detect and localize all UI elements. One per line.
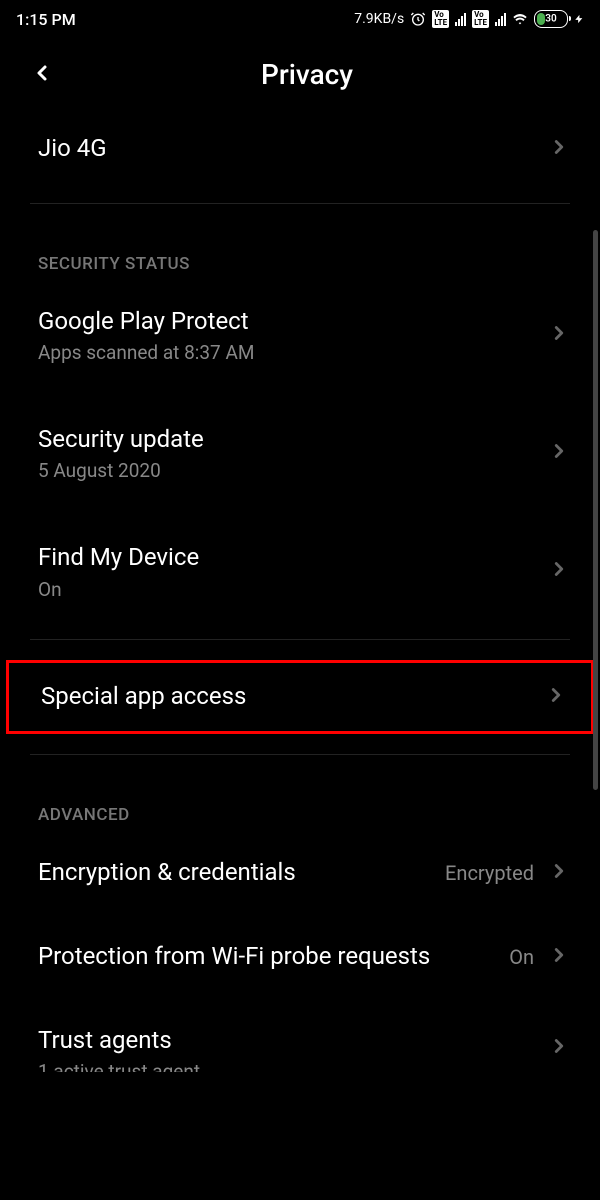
list-item-title: Protection from Wi-Fi probe requests bbox=[38, 941, 509, 972]
chevron-right-icon bbox=[548, 440, 570, 466]
list-item-title: Find My Device bbox=[38, 542, 548, 573]
back-button[interactable] bbox=[30, 61, 54, 89]
list-item-subtitle: On bbox=[38, 578, 548, 601]
volte-icon-2: VoLTE bbox=[472, 10, 489, 28]
status-bar: 1:15 PM 7.9KB/s VoLTE VoLTE 30 bbox=[0, 0, 600, 38]
list-item-title: Jio 4G bbox=[38, 133, 548, 164]
network-speed: 7.9KB/s bbox=[354, 11, 404, 27]
item-google-play-protect[interactable]: Google Play Protect Apps scanned at 8:37… bbox=[0, 288, 600, 382]
list-item-title: Trust agents bbox=[38, 1025, 548, 1056]
divider bbox=[30, 754, 570, 755]
volte-icon-1: VoLTE bbox=[432, 10, 449, 28]
list-item-subtitle: 5 August 2020 bbox=[38, 459, 548, 482]
list-item-title: Security update bbox=[38, 424, 548, 455]
section-security-status: SECURITY STATUS bbox=[0, 224, 600, 288]
item-security-update[interactable]: Security update 5 August 2020 bbox=[0, 406, 600, 500]
alarm-icon bbox=[410, 11, 426, 27]
item-encryption-credentials[interactable]: Encryption & credentials Encrypted bbox=[0, 839, 600, 907]
chevron-right-icon bbox=[548, 558, 570, 584]
item-find-my-device[interactable]: Find My Device On bbox=[0, 524, 600, 618]
list-item-value: Encrypted bbox=[445, 861, 534, 885]
signal-icon-1 bbox=[455, 12, 466, 26]
chevron-right-icon bbox=[548, 1035, 570, 1061]
scrollbar[interactable] bbox=[593, 230, 598, 790]
highlight-annotation: Special app access bbox=[6, 660, 594, 734]
wifi-icon bbox=[512, 11, 528, 27]
list-item-value: On bbox=[509, 945, 534, 969]
signal-icon-2 bbox=[495, 12, 506, 26]
item-trust-agents[interactable]: Trust agents 1 active trust agent bbox=[0, 1007, 600, 1090]
divider bbox=[30, 203, 570, 204]
item-wifi-probe-protection[interactable]: Protection from Wi-Fi probe requests On bbox=[0, 923, 600, 991]
header: Privacy bbox=[0, 38, 600, 115]
list-item-title: Encryption & credentials bbox=[38, 857, 445, 888]
charging-icon bbox=[574, 11, 584, 27]
section-advanced: ADVANCED bbox=[0, 775, 600, 839]
status-right: 7.9KB/s VoLTE VoLTE 30 bbox=[354, 10, 584, 28]
chevron-right-icon bbox=[548, 860, 570, 886]
status-time: 1:15 PM bbox=[16, 10, 76, 29]
list-item-subtitle: Apps scanned at 8:37 AM bbox=[38, 341, 548, 364]
item-jio-4g[interactable]: Jio 4G bbox=[0, 115, 600, 183]
battery-icon: 30 bbox=[534, 10, 568, 28]
list-item-title: Google Play Protect bbox=[38, 306, 548, 337]
chevron-right-icon bbox=[548, 322, 570, 348]
chevron-right-icon bbox=[545, 684, 567, 710]
page-title: Privacy bbox=[30, 58, 584, 91]
divider bbox=[30, 639, 570, 640]
settings-content: Jio 4G SECURITY STATUS Google Play Prote… bbox=[0, 115, 600, 1090]
list-item-subtitle: 1 active trust agent bbox=[38, 1060, 548, 1072]
item-special-app-access[interactable]: Special app access bbox=[9, 663, 591, 731]
list-item-title: Special app access bbox=[41, 681, 545, 712]
chevron-right-icon bbox=[548, 136, 570, 162]
chevron-right-icon bbox=[548, 944, 570, 970]
